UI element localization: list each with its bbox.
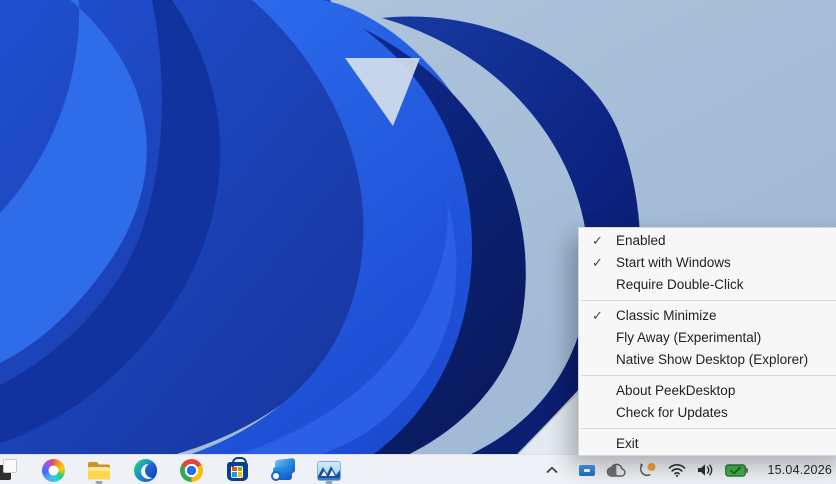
update-arrow-icon — [638, 462, 657, 478]
menu-item-label: Start with Windows — [616, 252, 731, 274]
chrome-icon — [180, 459, 203, 482]
wifi-icon — [668, 463, 686, 477]
menu-item-label: Check for Updates — [616, 402, 728, 424]
menu-item-label: Fly Away (Experimental) — [616, 327, 761, 349]
app-window-icon — [0, 459, 18, 481]
menu-item-label: Exit — [616, 433, 639, 455]
battery-icon — [725, 464, 748, 477]
menu-item-native-show-desktop[interactable]: Native Show Desktop (Explorer) — [579, 349, 836, 371]
menu-item-exit[interactable]: Exit — [579, 433, 836, 455]
chevron-up-icon — [546, 466, 558, 474]
menu-item-classic-minimize[interactable]: ✓ Classic Minimize — [579, 305, 836, 327]
menu-item-fly-away[interactable]: Fly Away (Experimental) — [579, 327, 836, 349]
photos-icon — [317, 461, 341, 481]
menu-item-label: Enabled — [616, 230, 666, 252]
outlook-icon — [271, 459, 295, 481]
desktop: ✓ Enabled ✓ Start with Windows Require D… — [0, 0, 836, 484]
menu-item-label: Require Double-Click — [616, 274, 744, 296]
system-tray: 15.04.2026 — [546, 455, 832, 484]
menu-item-label: About PeekDesktop — [616, 380, 735, 402]
menu-item-about-peekdesktop[interactable]: About PeekDesktop — [579, 380, 836, 402]
edge-icon — [134, 459, 157, 482]
menu-separator — [581, 375, 836, 376]
taskbar-outlook-button[interactable] — [270, 457, 296, 483]
volume-tray-button[interactable] — [697, 463, 714, 477]
taskbar-photos-button[interactable] — [316, 457, 342, 483]
peekdesktop-tray-icon — [579, 465, 595, 476]
peekdesktop-tray-button[interactable] — [579, 465, 595, 476]
checkmark-icon: ✓ — [592, 252, 616, 274]
onedrive-cloud-icon — [606, 463, 627, 477]
menu-item-enabled[interactable]: ✓ Enabled — [579, 230, 836, 252]
peekdesktop-context-menu: ✓ Enabled ✓ Start with Windows Require D… — [578, 227, 836, 456]
onedrive-tray-button[interactable] — [606, 463, 627, 477]
copilot-icon — [42, 459, 65, 482]
menu-item-label: Classic Minimize — [616, 305, 717, 327]
wifi-tray-button[interactable] — [668, 463, 686, 477]
taskbar-microsoft-store-button[interactable] — [224, 457, 250, 483]
show-hidden-icons-button[interactable] — [546, 466, 558, 474]
menu-item-start-with-windows[interactable]: ✓ Start with Windows — [579, 252, 836, 274]
taskbar-copilot-button[interactable] — [40, 457, 66, 483]
battery-tray-button[interactable] — [725, 464, 748, 477]
microsoft-store-icon — [227, 462, 248, 481]
checkmark-icon: ✓ — [592, 305, 616, 327]
file-explorer-icon — [86, 458, 112, 482]
menu-item-require-double-click[interactable]: Require Double-Click — [579, 274, 836, 296]
menu-item-check-for-updates[interactable]: Check for Updates — [579, 402, 836, 424]
checkmark-icon: ✓ — [592, 230, 616, 252]
menu-item-label: Native Show Desktop (Explorer) — [616, 349, 808, 371]
taskbar-chrome-button[interactable] — [178, 457, 204, 483]
taskbar-edge-button[interactable] — [132, 457, 158, 483]
tray-date[interactable]: 15.04.2026 — [767, 463, 832, 477]
update-tray-button[interactable] — [638, 462, 657, 478]
menu-separator — [581, 428, 836, 429]
volume-icon — [697, 463, 714, 477]
taskbar: 15.04.2026 — [0, 454, 836, 484]
taskbar-file-explorer-button[interactable] — [86, 457, 112, 483]
taskbar-pinned-apps — [0, 455, 342, 484]
menu-separator — [581, 300, 836, 301]
taskbar-app-window-button[interactable] — [0, 457, 20, 483]
